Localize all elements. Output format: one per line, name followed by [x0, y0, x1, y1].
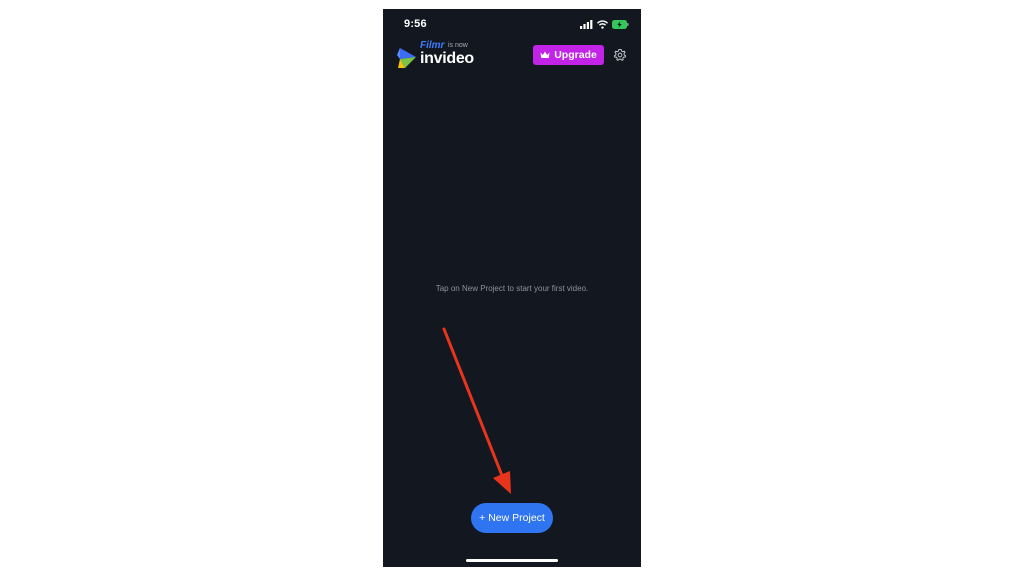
home-indicator: [466, 559, 558, 562]
empty-state-message: Tap on New Project to start your first v…: [435, 284, 589, 293]
settings-button[interactable]: [612, 47, 628, 63]
status-icons: [580, 19, 629, 29]
brand-invideo: invideo: [420, 50, 474, 67]
status-bar: 9:56: [383, 9, 641, 39]
phone-screen: 9:56 Filmr is now invideo Upgrade Tap on…: [383, 9, 641, 567]
brand-wordmark: Filmr is now invideo: [420, 39, 510, 71]
battery-charging-icon: [612, 19, 629, 29]
signal-icon: [580, 19, 593, 29]
invideo-logo-icon: [397, 48, 416, 68]
crown-icon: [540, 51, 550, 58]
gear-icon: [613, 48, 627, 61]
brand-is-now: is now: [448, 42, 468, 49]
status-time: 9:56: [404, 18, 427, 30]
new-project-label: + New Project: [479, 512, 545, 524]
wifi-icon: [597, 19, 608, 29]
upgrade-button[interactable]: Upgrade: [533, 45, 604, 65]
upgrade-label: Upgrade: [554, 49, 597, 61]
screenshot-canvas: 9:56 Filmr is now invideo Upgrade Tap on…: [0, 0, 1024, 576]
new-project-button[interactable]: + New Project: [471, 503, 553, 533]
app-header: Filmr is now invideo Upgrade: [383, 39, 641, 73]
